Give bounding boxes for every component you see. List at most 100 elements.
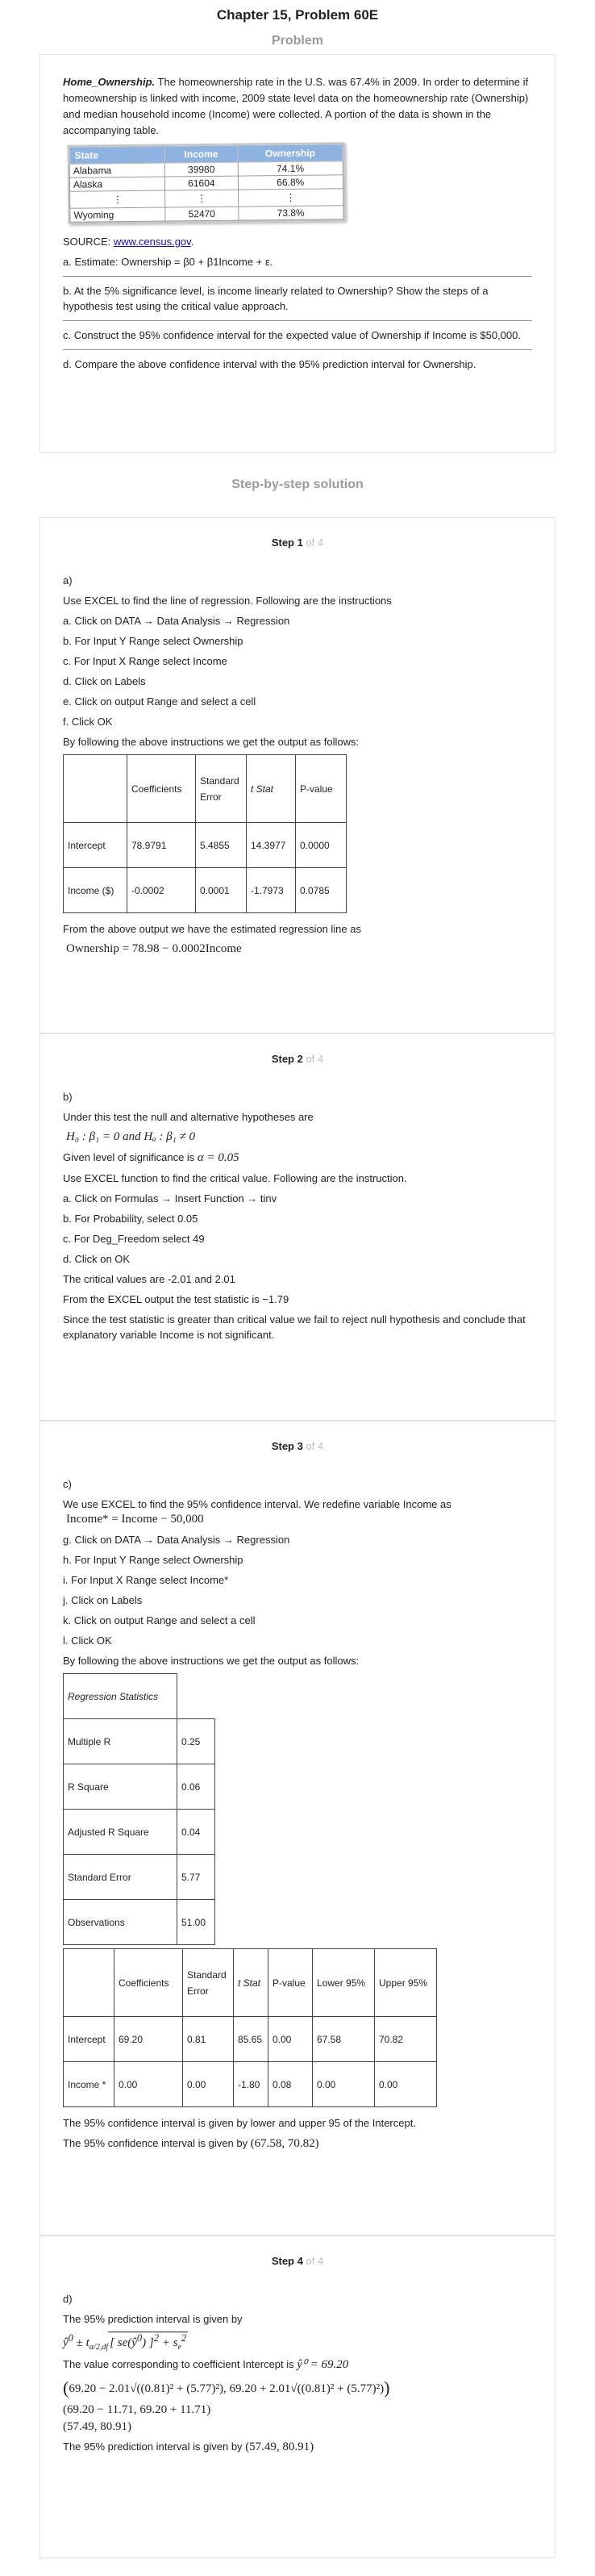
table-cell: 52470 bbox=[165, 207, 239, 222]
interval-calculation: (69.20 − 2.01√((0.81)² + (5.77)²), 69.20… bbox=[63, 2378, 390, 2398]
instruction: d. Click on Labels bbox=[63, 675, 146, 687]
table-cell: 73.8% bbox=[238, 205, 343, 221]
ownership-col-header: Ownership bbox=[237, 144, 343, 163]
table-row: Income ($) -0.0002 0.0001 -1.7973 0.0785 bbox=[63, 867, 347, 913]
table-cell: 74.1% bbox=[237, 161, 343, 177]
table-cell: Wyoming bbox=[69, 207, 166, 223]
table-cell: Income * bbox=[63, 2061, 114, 2107]
step-label: b) bbox=[63, 1091, 73, 1103]
part-b: b. At the 5% significance level, is inco… bbox=[63, 285, 489, 312]
table-row: Income * 0.00 0.00 -1.80 0.08 0.00 0.00 bbox=[63, 2061, 437, 2107]
table-row: Standard Error 5.77 bbox=[63, 1854, 215, 1900]
table-cell: Observations bbox=[63, 1899, 177, 1945]
source-link[interactable]: www.census.gov bbox=[114, 236, 191, 248]
instruction: c. For Input X Range select Income bbox=[63, 655, 227, 667]
intercept-value-line: The value corresponding to coefficient I… bbox=[63, 2358, 349, 2371]
table-cell: 78.9791 bbox=[127, 822, 196, 868]
yhat-value: ŷ⁰ = 69.20 bbox=[297, 2358, 349, 2371]
alpha-value: α = 0.05 bbox=[197, 1151, 239, 1164]
table-cell: Income ($) bbox=[63, 867, 127, 913]
table-cell: ⋮ bbox=[69, 190, 166, 209]
table-cell: 66.8% bbox=[237, 174, 343, 190]
table-cell: Lower 95% bbox=[312, 1948, 375, 2017]
divider bbox=[63, 320, 532, 321]
table-cell: 0.0785 bbox=[295, 867, 347, 913]
table-row: Intercept 78.9791 5.4855 14.3977 0.0000 bbox=[63, 822, 347, 868]
solution-heading: Step-by-step solution bbox=[231, 478, 364, 491]
step-label: c) bbox=[63, 1478, 72, 1490]
calculation-line: (57.49, 80.91) bbox=[63, 2420, 131, 2433]
step-4-card: Step 4 of 4 d) The 95% prediction interv… bbox=[40, 2236, 555, 2558]
prediction-interval-line: The 95% prediction interval is given by … bbox=[63, 2440, 314, 2453]
significance-line: Given level of significance is α = 0.05 bbox=[63, 1151, 239, 1164]
instruction: a. Click on DATA → Data Analysis → Regre… bbox=[63, 615, 290, 627]
table-cell: 0.81 bbox=[182, 2016, 234, 2062]
conclusion-text: The 95% confidence interval is given by … bbox=[63, 2117, 416, 2129]
instruction: b. For Probability, select 0.05 bbox=[63, 1213, 198, 1225]
step-label: d) bbox=[63, 2293, 73, 2305]
instruction: By following the above instructions we g… bbox=[63, 736, 360, 748]
regression-output-table: Coefficients Standard Error t Stat P-val… bbox=[63, 754, 347, 913]
instruction: g. Click on DATA → Data Analysis → Regre… bbox=[63, 1534, 290, 1546]
instruction: k. Click on output Range and select a ce… bbox=[63, 1614, 256, 1626]
table-cell: 39980 bbox=[164, 162, 238, 177]
table-row: Observations 51.00 bbox=[63, 1899, 215, 1945]
problem-intro: Home_Ownership. The homeownership rate i… bbox=[63, 74, 532, 139]
table-cell: 0.0001 bbox=[195, 867, 247, 913]
conclusion-text: From the above output we have the estima… bbox=[63, 923, 361, 935]
table-cell: 5.4855 bbox=[195, 822, 247, 868]
instruction: d. Click on OK bbox=[63, 1253, 131, 1265]
table-row: Intercept 69.20 0.81 85.65 0.00 67.58 70… bbox=[63, 2016, 437, 2062]
prediction-interval: (57.49, 80.91) bbox=[245, 2440, 314, 2453]
table-cell: 0.04 bbox=[177, 1809, 215, 1855]
instruction: From the EXCEL output the test statistic… bbox=[63, 1293, 289, 1305]
instruction: f. Click OK bbox=[63, 716, 113, 728]
part-a: a. Estimate: Ownership = β0 + β1Income +… bbox=[63, 256, 273, 268]
table-cell: Adjusted R Square bbox=[63, 1809, 177, 1855]
problem-intro-bold: Home_Ownership. bbox=[63, 76, 156, 88]
table-cell: Standard Error bbox=[195, 754, 247, 823]
instruction: e. Click on output Range and select a ce… bbox=[63, 695, 256, 708]
table-cell: Coefficients bbox=[114, 1948, 183, 2017]
table-cell bbox=[63, 1948, 114, 2017]
instruction: The critical values are -2.01 and 2.01 bbox=[63, 1273, 235, 1285]
instruction: The 95% prediction interval is given by bbox=[63, 2313, 243, 2325]
table-cell: t Stat bbox=[246, 754, 296, 823]
table-cell: Alabama bbox=[69, 163, 165, 178]
table-cell: 5.77 bbox=[177, 1854, 215, 1900]
divider bbox=[63, 276, 532, 277]
confidence-interval: (67.58, 70.82) bbox=[250, 2137, 319, 2150]
instruction: l. Click OK bbox=[63, 1635, 112, 1647]
table-cell: Intercept bbox=[63, 822, 127, 868]
source-end: . bbox=[190, 236, 194, 248]
instruction: Under this test the null and alternative… bbox=[63, 1111, 314, 1123]
part-c: c. Construct the 95% confidence interval… bbox=[63, 329, 521, 341]
table-cell: -1.80 bbox=[233, 2061, 268, 2107]
step-1-card: Step 1 of 4 a) Use EXCEL to find the lin… bbox=[40, 517, 555, 1033]
table-cell: Regression Statistics bbox=[63, 1673, 177, 1719]
instruction: a. Click on Formulas → Insert Function →… bbox=[63, 1192, 277, 1204]
table-cell: 0.0000 bbox=[295, 822, 347, 868]
state-col-header: State bbox=[69, 146, 165, 165]
income-col-header: Income bbox=[164, 145, 238, 164]
instruction: By following the above instructions we g… bbox=[63, 1655, 360, 1667]
instruction: Use EXCEL function to find the critical … bbox=[63, 1172, 407, 1184]
table-cell: 61604 bbox=[164, 176, 239, 191]
redefined-variable: Income* = Income − 50,000 bbox=[66, 1513, 204, 1526]
table-cell bbox=[63, 754, 127, 823]
problem-card: Home_Ownership. The homeownership rate i… bbox=[40, 54, 555, 453]
table-cell: P-value bbox=[295, 754, 347, 823]
table-cell: 69.20 bbox=[114, 2016, 183, 2062]
table-cell: 0.00 bbox=[114, 2061, 183, 2107]
divider bbox=[63, 349, 532, 350]
step-2-heading: Step 2 of 4 bbox=[271, 1053, 324, 1065]
instruction: i. For Input X Range select Income* bbox=[63, 1574, 229, 1586]
calculation-line: 69.20 − 2.01√((0.81)² + (5.77)²), 69.20 … bbox=[69, 2382, 385, 2395]
table-row: R Square 0.06 bbox=[63, 1764, 215, 1810]
hypotheses: H₀ : β₁ = 0 and Hₐ : β₁ ≠ 0 bbox=[66, 1130, 195, 1143]
regression-statistics-table: Regression Statistics Multiple R 0.25 R … bbox=[63, 1673, 215, 1945]
state-data-table: State Income Ownership Alabama 39980 74.… bbox=[67, 142, 346, 224]
source-line: SOURCE: www.census.gov. bbox=[63, 234, 532, 249]
coefficients-table: Coefficients Standard Error t Stat P-val… bbox=[63, 1948, 437, 2107]
table-row: Multiple R 0.25 bbox=[63, 1718, 215, 1764]
